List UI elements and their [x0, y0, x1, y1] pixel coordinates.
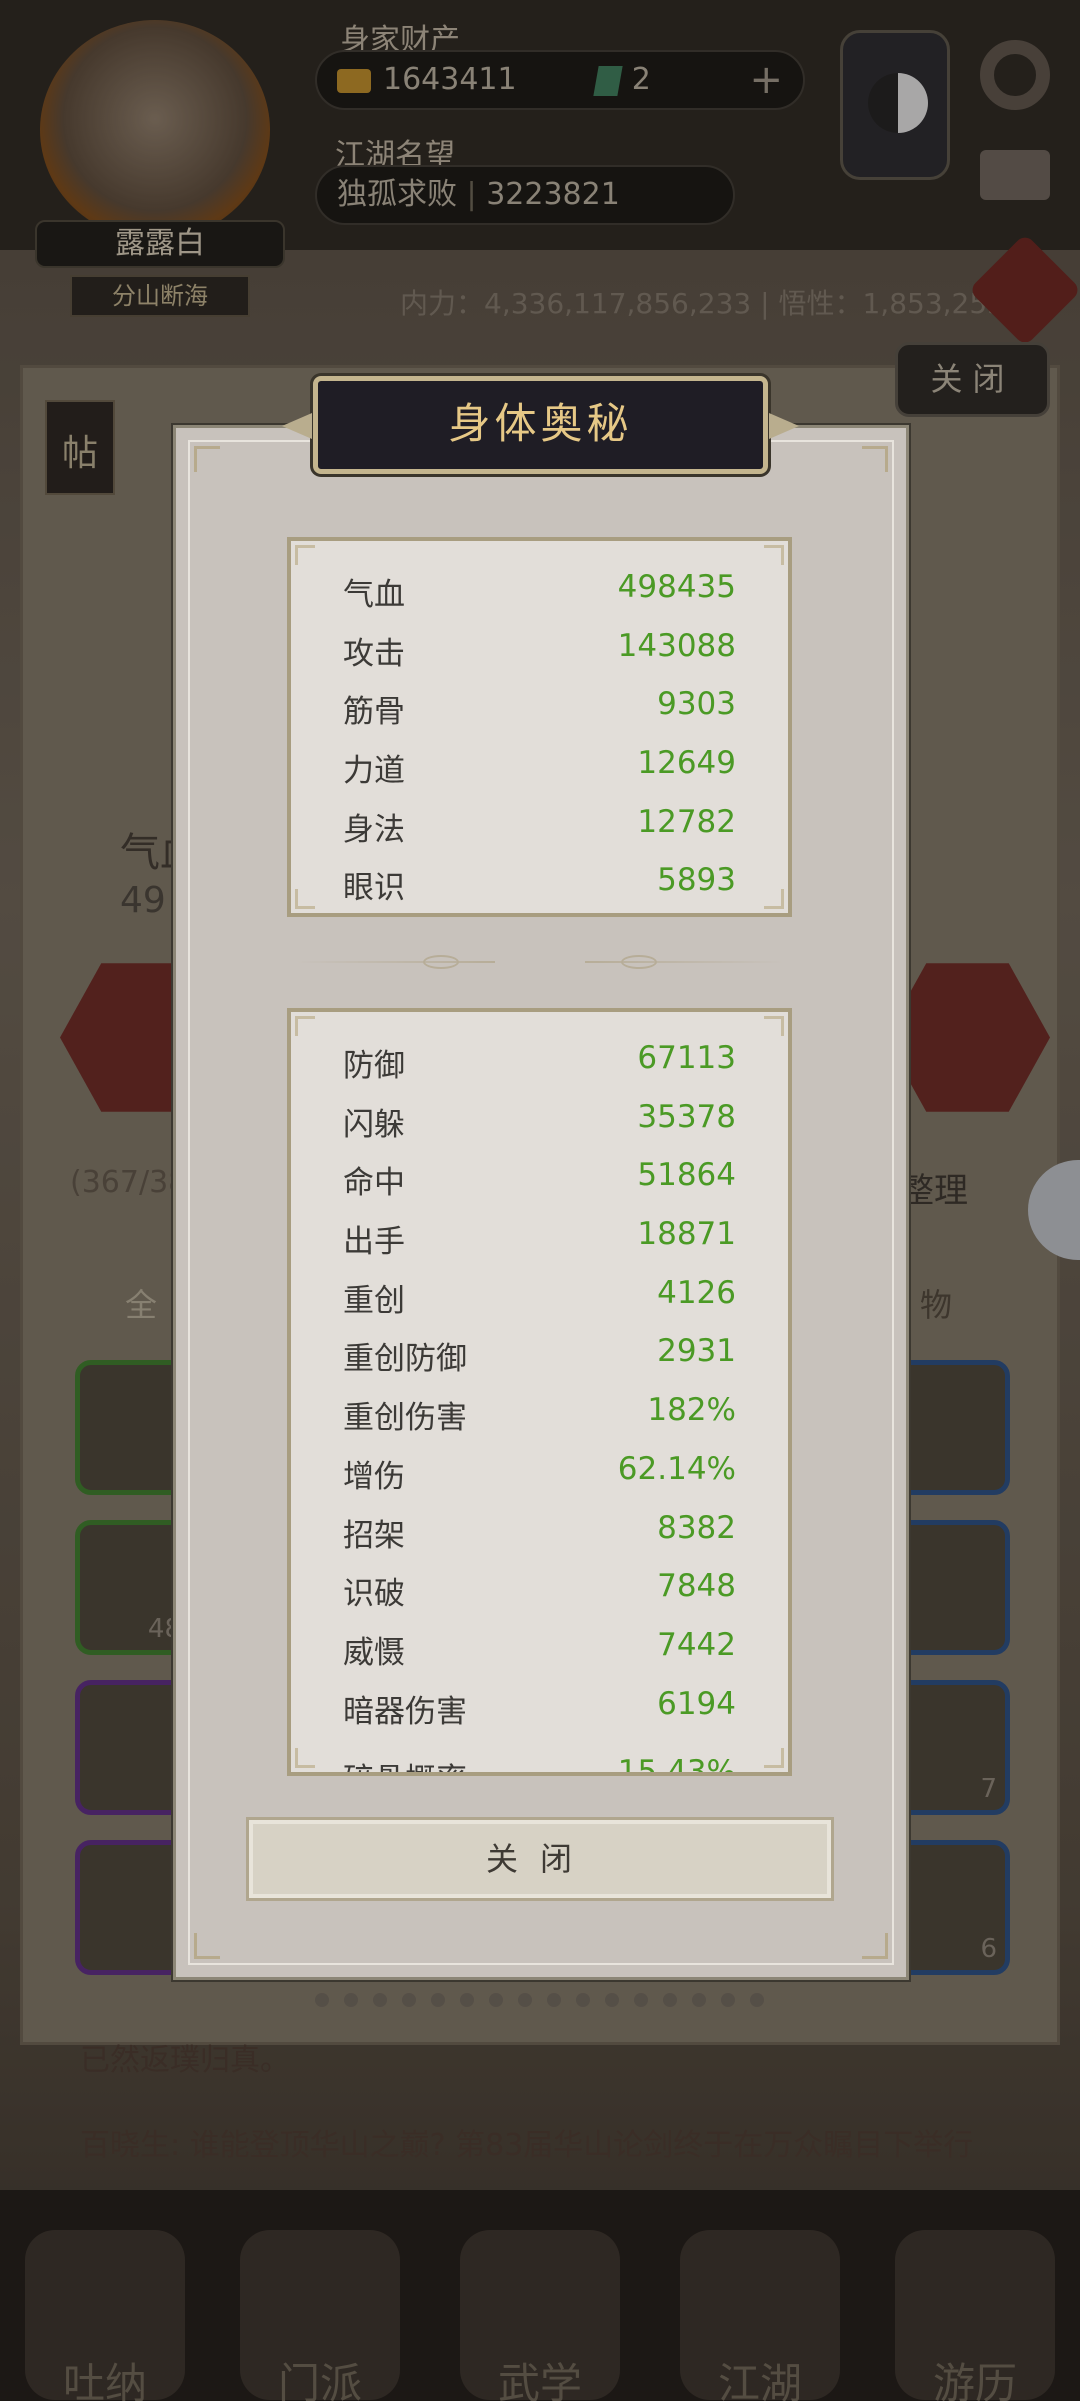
- stat-label: 重创伤害: [343, 1400, 467, 1437]
- stat-value: 62.14%: [617, 1450, 736, 1487]
- stat-label: 气血: [343, 577, 405, 613]
- stat-value: 7442: [657, 1626, 736, 1663]
- stat-value: 15.43%: [617, 1754, 736, 1776]
- close-button[interactable]: 关闭: [246, 1817, 834, 1901]
- stat-label: 识破: [343, 1576, 405, 1613]
- stat-row: 招架 8382: [291, 1502, 788, 1561]
- secondary-stats-box[interactable]: 防御 67113 闪躲 35378 命中 51864 出手 18871 重创 4126 重创防御 29…: [287, 1008, 792, 1776]
- secondary-stats-list[interactable]: 防御 67113 闪躲 35378 命中 51864 出手 18871 重创 4126 重创防御 29…: [291, 1032, 788, 1776]
- stat-label: 暗器伤害: [343, 1693, 467, 1730]
- stat-value: 182%: [647, 1392, 736, 1429]
- stat-label: 闪躲: [343, 1106, 405, 1143]
- stat-row: 出手 18871: [291, 1208, 788, 1267]
- stat-value: 51864: [637, 1157, 736, 1194]
- stat-label: 筋骨: [343, 694, 405, 731]
- stat-value: 12649: [637, 745, 736, 782]
- stat-row: 重创防御 2931: [291, 1325, 788, 1384]
- stat-value: 6194: [657, 1685, 736, 1722]
- stat-row: 威慑 7442: [291, 1619, 788, 1678]
- stat-row: 眼识 5893: [291, 854, 788, 913]
- stat-row: 筋骨 9303: [291, 678, 788, 737]
- stat-value: 5893: [657, 862, 736, 899]
- stat-value: 7848: [657, 1568, 736, 1605]
- stat-label: 增伤: [343, 1458, 405, 1495]
- stat-row: 力道 12649: [291, 737, 788, 796]
- stat-label: 威慑: [343, 1634, 405, 1671]
- primary-stats-box: 气血 498435 攻击 143088 筋骨 9303 力道 12649 身法 12782 眼识 58…: [287, 537, 792, 917]
- stat-label: 碎骨概率: [343, 1754, 467, 1772]
- stat-row: 增伤 62.14%: [291, 1443, 788, 1502]
- stat-value: 143088: [617, 627, 736, 664]
- stat-label: 命中: [343, 1165, 405, 1202]
- stat-label: 出手: [343, 1224, 405, 1261]
- section-divider: [295, 955, 785, 969]
- stat-row: 命中 51864: [291, 1149, 788, 1208]
- stat-value: 12782: [637, 803, 736, 840]
- stat-value: 4126: [657, 1274, 736, 1311]
- stat-value: 9303: [657, 686, 736, 723]
- stat-value: 8382: [657, 1509, 736, 1546]
- stat-row: 闪躲 35378: [291, 1091, 788, 1150]
- primary-stats-list: 气血 498435 攻击 143088 筋骨 9303 力道 12649 身法 12782 眼识 58…: [291, 561, 788, 913]
- stat-row: 防御 67113: [291, 1032, 788, 1091]
- stat-row: 重创 4126: [291, 1267, 788, 1326]
- stat-label: 力道: [343, 753, 405, 790]
- stat-row: 暗器伤害 6194: [291, 1678, 788, 1737]
- stat-row: 身法 12782: [291, 796, 788, 855]
- stat-value: 35378: [637, 1098, 736, 1135]
- dialog-title-plate: 身体奥秘: [282, 376, 768, 474]
- stat-label: 重创: [343, 1282, 405, 1319]
- stat-row: 碎骨概率 15.43%: [291, 1736, 788, 1776]
- stat-label: 攻击: [343, 635, 405, 672]
- dialog-title: 身体奥秘: [448, 399, 633, 448]
- stat-row: 攻击 143088: [291, 620, 788, 679]
- stat-value: 18871: [637, 1216, 736, 1253]
- stat-value: 67113: [637, 1040, 736, 1076]
- stat-label: 眼识: [343, 870, 405, 907]
- stat-value: 498435: [617, 569, 736, 605]
- stat-label: 防御: [343, 1048, 405, 1084]
- stat-row: 气血 498435: [291, 561, 788, 620]
- stat-label: 招架: [343, 1517, 405, 1554]
- stat-row: 重创伤害 182%: [291, 1384, 788, 1443]
- stat-value: 2931: [657, 1333, 736, 1370]
- stat-label: 身法: [343, 811, 405, 848]
- stat-label: 重创防御: [343, 1341, 467, 1378]
- stat-row: 识破 7848: [291, 1560, 788, 1619]
